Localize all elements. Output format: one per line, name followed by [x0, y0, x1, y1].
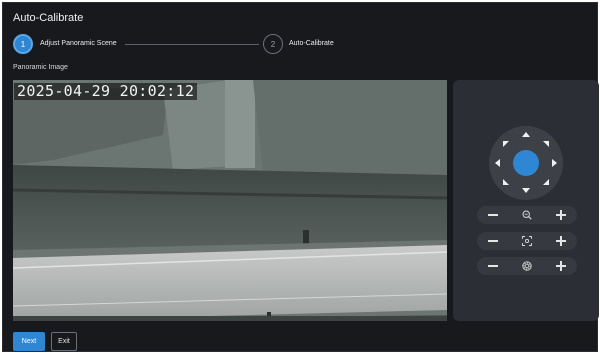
- ptz-center-button[interactable]: [513, 150, 539, 176]
- iris-open-button[interactable]: [555, 260, 567, 272]
- panoramic-image-label: Panoramic Image: [13, 64, 68, 71]
- zoom-in-button[interactable]: [555, 209, 567, 221]
- pan-down-arrow-icon[interactable]: [522, 188, 530, 193]
- pan-down-left-arrow-icon[interactable]: [503, 179, 509, 185]
- step-2-label: Auto-Calibrate: [289, 40, 334, 47]
- focus-near-button[interactable]: [487, 235, 499, 247]
- pan-down-right-arrow-icon[interactable]: [543, 179, 549, 185]
- pan-left-arrow-icon[interactable]: [495, 159, 500, 167]
- iris-control-row: [477, 257, 577, 275]
- osd-timestamp: 2025-04-29 20:02:12: [14, 83, 198, 100]
- zoom-icon: [521, 209, 533, 221]
- focus-far-button[interactable]: [555, 235, 567, 247]
- next-button[interactable]: Next: [13, 332, 45, 351]
- dialog-title: Auto-Calibrate: [13, 12, 84, 24]
- pan-up-arrow-icon[interactable]: [522, 132, 530, 137]
- step-2-indicator: 2: [263, 34, 283, 54]
- pan-up-right-arrow-icon[interactable]: [543, 141, 549, 147]
- stepper: 1 Adjust Panoramic Scene 2 Auto-Calibrat…: [13, 34, 593, 56]
- step-1-label: Adjust Panoramic Scene: [40, 40, 117, 47]
- step-connector: [125, 44, 259, 45]
- iris-close-button[interactable]: [487, 260, 499, 272]
- exit-button[interactable]: Exit: [51, 332, 77, 351]
- pan-up-left-arrow-icon[interactable]: [503, 141, 509, 147]
- zoom-control-row: [477, 206, 577, 224]
- zoom-out-button[interactable]: [487, 209, 499, 221]
- ptz-direction-pad: [489, 126, 563, 200]
- ptz-control-panel: [453, 80, 599, 321]
- focus-control-row: [477, 232, 577, 250]
- focus-icon: [521, 235, 533, 247]
- auto-calibrate-dialog: Auto-Calibrate 1 Adjust Panoramic Scene …: [2, 2, 599, 352]
- camera-feed-image: [13, 80, 447, 321]
- step-1-indicator: 1: [13, 34, 33, 54]
- iris-icon: [521, 260, 533, 272]
- panoramic-image[interactable]: 2025-04-29 20:02:12: [13, 80, 447, 321]
- pan-right-arrow-icon[interactable]: [552, 159, 557, 167]
